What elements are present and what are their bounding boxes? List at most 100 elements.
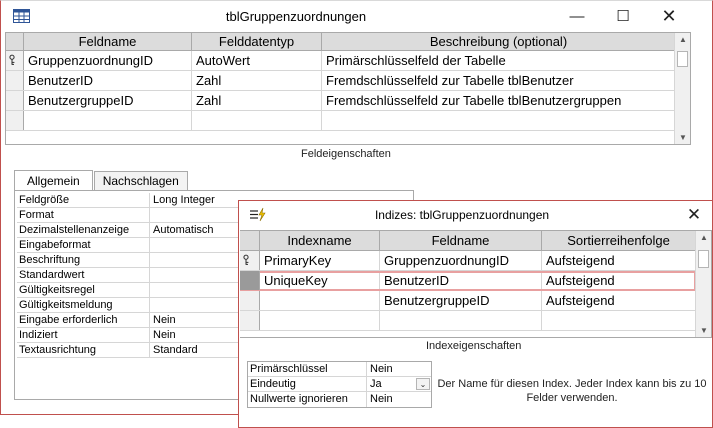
index-properties-table: Primärschlüssel Nein Eindeutig Ja ⌄ Nullwerte… bbox=[247, 361, 432, 408]
column-header-feldname[interactable]: Feldname bbox=[24, 33, 192, 50]
cell-felddatentyp[interactable] bbox=[192, 111, 322, 130]
index-property-value[interactable]: Ja ⌄ bbox=[367, 377, 431, 391]
cell-feldname[interactable]: GruppenzuordnungID bbox=[24, 51, 192, 70]
index-row[interactable] bbox=[240, 311, 696, 331]
index-row-selector[interactable] bbox=[240, 271, 260, 290]
window-title: tblGruppenzuordnungen bbox=[225, 9, 367, 24]
cell-beschreibung[interactable]: Fremdschlüsselfeld zur Tabelle tblBenutz… bbox=[322, 71, 676, 90]
cell-feldname[interactable]: BenutzergruppeID bbox=[24, 91, 192, 110]
property-name: Feldgröße bbox=[17, 193, 150, 207]
grid-header: Feldname Felddatentyp Beschreibung (opti… bbox=[6, 33, 676, 51]
row-selector[interactable] bbox=[6, 51, 24, 70]
index-property-row[interactable]: Primärschlüssel Nein bbox=[248, 362, 431, 377]
index-property-name: Eindeutig bbox=[248, 377, 367, 391]
row-selector[interactable] bbox=[6, 111, 24, 130]
table-row[interactable]: GruppenzuordnungID AutoWert Primärschlüsse… bbox=[6, 51, 676, 71]
property-name: Standardwert bbox=[17, 268, 150, 282]
cell-feldname[interactable] bbox=[24, 111, 192, 130]
index-properties-label: Indexeigenschaften bbox=[426, 340, 522, 352]
index-row[interactable]: BenutzergruppeID Aufsteigend bbox=[240, 291, 696, 311]
property-name: Beschriftung bbox=[17, 253, 150, 267]
cell-indexname[interactable]: UniqueKey bbox=[260, 271, 380, 290]
index-property-value[interactable]: Nein bbox=[367, 392, 431, 407]
index-row[interactable]: UniqueKey BenutzerID Aufsteigend bbox=[240, 271, 696, 291]
cell-sortierreihenfolge[interactable]: Aufsteigend bbox=[542, 251, 696, 270]
cell-beschreibung[interactable]: Primärschlüsselfeld der Tabelle bbox=[322, 51, 676, 70]
cell-indexname[interactable]: PrimaryKey bbox=[260, 251, 380, 270]
property-name: Indiziert bbox=[17, 328, 150, 342]
cell-felddatentyp[interactable]: AutoWert bbox=[192, 51, 322, 70]
index-property-row[interactable]: Nullwerte ignorieren Nein bbox=[248, 392, 431, 407]
cell-indexname[interactable] bbox=[260, 311, 380, 330]
index-property-name: Nullwerte ignorieren bbox=[248, 392, 367, 407]
index-row-selector-header[interactable] bbox=[240, 231, 260, 250]
index-property-value-text: Nein bbox=[370, 393, 393, 405]
scroll-down-icon[interactable]: ▼ bbox=[696, 326, 712, 335]
cell-felddatentyp[interactable]: Zahl bbox=[192, 71, 322, 90]
grid-scrollbar[interactable]: ▲ ▼ bbox=[674, 33, 690, 144]
chevron-down-icon[interactable]: ⌄ bbox=[416, 378, 430, 390]
column-header-beschreibung[interactable]: Beschreibung (optional) bbox=[322, 33, 676, 50]
property-name: Eingabeformat bbox=[17, 238, 150, 252]
scroll-up-icon[interactable]: ▲ bbox=[675, 35, 691, 44]
field-properties-label: Feldeigenschaften bbox=[301, 148, 391, 160]
cell-feldname[interactable]: GruppenzuordnungID bbox=[380, 251, 542, 270]
cell-feldname[interactable]: BenutzergruppeID bbox=[380, 291, 542, 310]
cell-indexname[interactable] bbox=[260, 291, 380, 310]
cell-feldname[interactable]: BenutzerID bbox=[380, 271, 542, 290]
index-property-row[interactable]: Eindeutig Ja ⌄ bbox=[248, 377, 431, 392]
property-name: Textausrichtung bbox=[17, 343, 150, 357]
scroll-up-icon[interactable]: ▲ bbox=[696, 233, 712, 242]
row-selector[interactable] bbox=[6, 91, 24, 110]
cell-sortierreihenfolge[interactable]: Aufsteigend bbox=[542, 291, 696, 310]
scroll-thumb[interactable] bbox=[698, 250, 709, 268]
row-selector-header[interactable] bbox=[6, 33, 24, 50]
index-property-value-text: Ja bbox=[370, 378, 382, 390]
scroll-down-icon[interactable]: ▼ bbox=[675, 133, 691, 142]
index-row-selector[interactable] bbox=[240, 311, 260, 330]
cell-felddatentyp[interactable]: Zahl bbox=[192, 91, 322, 110]
dialog-title: Indizes: tblGruppenzuordnungen bbox=[374, 208, 550, 222]
dialog-close-button[interactable]: ✕ bbox=[674, 201, 713, 229]
cell-feldname[interactable]: BenutzerID bbox=[24, 71, 192, 90]
scroll-thumb[interactable] bbox=[677, 51, 688, 67]
indexes-dialog: Indizes: tblGruppenzuordnungen ✕ Indexna… bbox=[238, 200, 713, 428]
table-row[interactable]: BenutzergruppeID Zahl Fremdschlüsselfeld z… bbox=[6, 91, 676, 111]
column-header-felddatentyp[interactable]: Felddatentyp bbox=[192, 33, 322, 50]
column-header-indexname[interactable]: Indexname bbox=[260, 231, 380, 250]
properties-tabs: Allgemein Nachschlagen bbox=[14, 170, 189, 191]
property-name: Dezimalstellenanzeige bbox=[17, 223, 150, 237]
field-design-grid: Feldname Felddatentyp Beschreibung (opti… bbox=[5, 32, 691, 145]
dialog-title-bar[interactable]: Indizes: tblGruppenzuordnungen ✕ bbox=[239, 201, 712, 229]
cell-feldname[interactable] bbox=[380, 311, 542, 330]
index-grid-rows: PrimaryKey GruppenzuordnungID Aufsteigend U… bbox=[240, 251, 711, 331]
minimize-button[interactable]: — bbox=[554, 1, 600, 32]
index-property-value-text: Nein bbox=[370, 363, 393, 375]
cell-beschreibung[interactable]: Fremdschlüsselfeld zur Tabelle tblBenutz… bbox=[322, 91, 676, 110]
index-row[interactable]: PrimaryKey GruppenzuordnungID Aufsteigend bbox=[240, 251, 696, 271]
cell-sortierreihenfolge[interactable]: Aufsteigend bbox=[542, 271, 696, 290]
grid-rows: GruppenzuordnungID AutoWert Primärschlüsse… bbox=[6, 51, 676, 131]
cell-sortierreihenfolge[interactable] bbox=[542, 311, 696, 330]
primary-key-icon bbox=[9, 54, 15, 65]
cell-beschreibung[interactable] bbox=[322, 111, 676, 130]
column-header-feldname[interactable]: Feldname bbox=[380, 231, 542, 250]
index-row-selector[interactable] bbox=[240, 251, 260, 270]
index-help-text: Der Name für diesen Index. Jeder Index k… bbox=[437, 378, 707, 404]
close-button[interactable]: ✕ bbox=[646, 1, 692, 32]
column-header-sortierreihenfolge[interactable]: Sortierreihenfolge bbox=[542, 231, 696, 250]
tab-allgemein[interactable]: Allgemein bbox=[14, 170, 93, 191]
maximize-button[interactable]: ☐ bbox=[600, 1, 646, 32]
property-name: Format bbox=[17, 208, 150, 222]
index-property-value[interactable]: Nein bbox=[367, 362, 431, 376]
tab-nachschlagen[interactable]: Nachschlagen bbox=[93, 171, 188, 191]
primary-key-icon bbox=[243, 254, 249, 265]
index-row-selector[interactable] bbox=[240, 291, 260, 310]
index-grid-scrollbar[interactable]: ▲ ▼ bbox=[695, 231, 711, 337]
title-bar[interactable]: tblGruppenzuordnungen — ☐ ✕ bbox=[1, 1, 712, 33]
table-row[interactable] bbox=[6, 111, 676, 131]
property-name: Gültigkeitsregel bbox=[17, 283, 150, 297]
table-row[interactable]: BenutzerID Zahl Fremdschlüsselfeld zur Tab… bbox=[6, 71, 676, 91]
index-property-name: Primärschlüssel bbox=[248, 362, 367, 376]
row-selector[interactable] bbox=[6, 71, 24, 90]
